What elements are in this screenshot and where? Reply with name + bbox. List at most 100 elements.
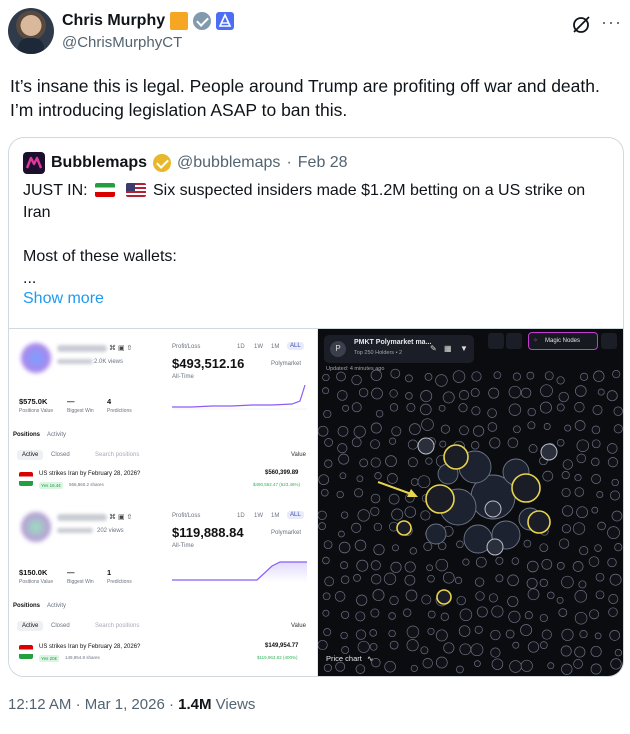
edit-icon[interactable]: ✎	[430, 344, 437, 353]
filter-active[interactable]: Active	[17, 621, 44, 631]
holder-bubble[interactable]	[334, 591, 346, 602]
holder-bubble[interactable]	[372, 589, 385, 602]
holder-bubble[interactable]	[388, 493, 400, 505]
holder-bubble[interactable]	[572, 561, 584, 572]
holder-bubble[interactable]	[322, 387, 330, 395]
holder-bubble[interactable]	[424, 373, 433, 381]
holder-bubble[interactable]	[322, 609, 330, 617]
holder-bubble[interactable]	[489, 437, 501, 449]
holder-bubble[interactable]	[575, 385, 587, 397]
holder-bubble[interactable]	[405, 374, 413, 383]
holder-bubble[interactable]	[355, 664, 366, 674]
holder-bubble[interactable]	[471, 441, 480, 450]
holder-bubble[interactable]	[340, 511, 349, 519]
range-1w[interactable]: 1W	[254, 344, 263, 350]
holder-bubble[interactable]	[351, 402, 362, 413]
polymarket-profiles-image[interactable]: 2.0K views ⌘ ▣ ⇧ Profit/Loss 1D 1W 1M AL…	[9, 329, 318, 676]
tab-positions[interactable]: Positions	[13, 432, 40, 438]
holder-bubble[interactable]	[370, 608, 380, 618]
holder-bubble[interactable]	[340, 631, 348, 640]
holder-bubble[interactable]	[487, 422, 498, 432]
holder-bubble[interactable]	[456, 540, 464, 549]
holder-bubble[interactable]	[374, 472, 382, 480]
holder-bubble[interactable]	[370, 560, 381, 571]
holder-bubble[interactable]	[579, 546, 589, 556]
holder-bubble[interactable]	[421, 594, 432, 605]
holder-bubble[interactable]	[590, 663, 602, 675]
holder-bubble[interactable]	[322, 592, 331, 601]
holder-bubble[interactable]	[512, 641, 520, 649]
exchange-node-icon[interactable]	[484, 500, 502, 518]
holder-bubble[interactable]	[561, 471, 570, 480]
holder-bubble[interactable]	[385, 455, 397, 467]
holder-bubble[interactable]	[524, 611, 533, 620]
holder-bubble[interactable]	[561, 524, 571, 534]
holder-bubble[interactable]	[456, 595, 466, 606]
holder-bubble[interactable]	[342, 404, 350, 412]
holder-bubble[interactable]	[470, 388, 480, 398]
holder-bubble[interactable]	[420, 510, 431, 521]
holder-bubble[interactable]	[458, 403, 468, 413]
holder-bubble[interactable]	[490, 647, 501, 658]
holder-bubble[interactable]	[574, 420, 586, 431]
insider-wallet-bubble[interactable]	[425, 484, 455, 514]
holder-bubble[interactable]	[580, 372, 589, 381]
holder-bubble[interactable]	[613, 424, 623, 434]
holder-bubble[interactable]	[318, 510, 327, 520]
holder-bubble[interactable]	[594, 632, 602, 640]
holder-bubble[interactable]	[591, 474, 602, 484]
filter-closed[interactable]: Closed	[51, 623, 70, 629]
trash-icon[interactable]	[601, 333, 617, 349]
holder-bubble[interactable]	[578, 580, 587, 589]
holder-bubble[interactable]	[574, 646, 586, 658]
holder-bubble[interactable]	[576, 506, 588, 519]
insider-wallet-bubble[interactable]	[436, 589, 452, 605]
holder-bubble[interactable]	[556, 562, 565, 570]
holder-bubble[interactable]	[591, 425, 601, 435]
holder-bubble[interactable]	[606, 390, 618, 402]
holder-bubble[interactable]	[370, 493, 381, 504]
holder-bubble[interactable]	[543, 423, 551, 430]
holder-bubble[interactable]	[404, 574, 416, 586]
holder-bubble[interactable]	[322, 373, 330, 382]
holder-bubble[interactable]	[423, 542, 433, 551]
holder-bubble[interactable]	[323, 540, 333, 550]
holder-bubble[interactable]	[383, 572, 397, 585]
holder-bubble[interactable]	[384, 660, 396, 673]
holder-bubble[interactable]	[335, 661, 346, 672]
holder-bubble[interactable]	[370, 439, 380, 450]
holder-bubble[interactable]	[609, 630, 621, 641]
holder-bubble[interactable]	[356, 475, 364, 483]
holder-bubble[interactable]	[355, 611, 366, 622]
holder-bubble[interactable]	[392, 544, 399, 552]
holder-bubble[interactable]	[370, 457, 381, 468]
holder-bubble[interactable]	[512, 372, 521, 381]
insider-wallet-bubble[interactable]	[527, 510, 551, 534]
show-more-link[interactable]: Show more	[23, 290, 104, 308]
holder-bubble[interactable]	[458, 625, 471, 637]
holder-bubble[interactable]	[337, 443, 348, 454]
holder-bubble[interactable]	[337, 390, 348, 401]
holder-bubble[interactable]	[609, 573, 622, 586]
tab-activity[interactable]: Activity	[47, 432, 66, 438]
holder-bubble[interactable]	[608, 607, 618, 617]
holder-bubble[interactable]	[527, 560, 539, 573]
holder-bubble[interactable]	[452, 370, 466, 383]
holder-bubble[interactable]	[574, 402, 585, 413]
holder-bubble[interactable]	[470, 643, 484, 657]
range-1m[interactable]: 1M	[271, 513, 279, 519]
range-all[interactable]: ALL	[287, 342, 304, 350]
holder-bubble[interactable]	[338, 541, 351, 554]
holder-bubble[interactable]	[417, 475, 431, 489]
holder-bubble[interactable]	[556, 438, 565, 447]
holder-bubble[interactable]	[573, 659, 583, 669]
holder-bubble[interactable]	[339, 472, 347, 480]
holder-bubble[interactable]	[435, 558, 449, 572]
range-all[interactable]: ALL	[287, 511, 304, 519]
holder-bubble[interactable]	[425, 457, 433, 465]
holder-bubble[interactable]	[420, 403, 432, 416]
market-row[interactable]: US strikes Iran by February 28, 2026? Ye…	[17, 469, 310, 493]
quoted-author-name[interactable]: Bubblemaps	[51, 154, 147, 172]
holder-bubble[interactable]	[471, 406, 481, 416]
holder-bubble[interactable]	[373, 522, 383, 532]
